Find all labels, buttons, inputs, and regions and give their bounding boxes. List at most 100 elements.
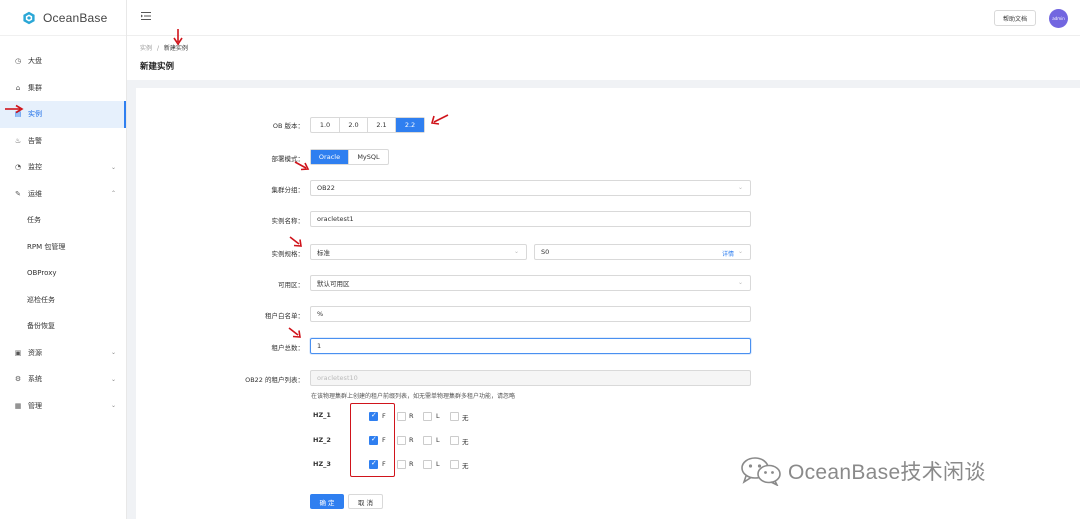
sidebar-item-system[interactable]: ⚙ 系统 ⌄ [0, 366, 126, 393]
sidebar-item-resource[interactable]: ▣ 资源 ⌄ [0, 340, 126, 367]
sidebar-item-manage[interactable]: ▦ 管理 ⌄ [0, 393, 126, 420]
hz3-r-checkbox[interactable] [397, 460, 406, 469]
zone-name-hz2: HZ_2 [313, 436, 331, 444]
instance-size-select[interactable]: S0 详情 ⌄ [534, 244, 751, 260]
cluster-group-select[interactable]: OB22 ⌄ [310, 180, 751, 196]
hz2-l-label: L [436, 436, 440, 444]
instance-spec-select[interactable]: 标准 ⌄ [310, 244, 527, 260]
zone-value: 默认可用区 [317, 280, 350, 288]
chevron-up-icon: ⌃ [110, 190, 116, 198]
chevron-down-icon: ⌄ [737, 248, 743, 255]
annotation-arrow-icon [430, 114, 449, 125]
oceanbase-logo-icon [23, 11, 35, 24]
hz1-none-checkbox[interactable] [450, 412, 459, 421]
sidebar-item-rpm[interactable]: RPM 包管理 [0, 234, 126, 261]
avatar[interactable]: admin [1049, 9, 1068, 28]
hz2-none-checkbox[interactable] [450, 436, 459, 445]
tenant-total-value: 1 [317, 342, 322, 350]
alarm-icon: ♨ [14, 136, 22, 145]
chevron-down-icon: ⌄ [513, 248, 519, 255]
logo[interactable]: OceanBase [0, 0, 126, 36]
dashboard-icon: ◷ [14, 57, 22, 66]
hz1-l-checkbox[interactable] [423, 412, 432, 421]
cluster-group-label: 集群分组： [271, 186, 305, 194]
sidebar-item-alarm[interactable]: ♨ 告警 [0, 128, 126, 155]
wechat-icon [741, 457, 781, 486]
logo-text: OceanBase [43, 10, 108, 25]
chevron-down-icon: ⌄ [737, 184, 743, 191]
top-header: 帮助文档 admin [127, 0, 1080, 36]
chevron-down-icon: ⌄ [110, 349, 116, 357]
confirm-button[interactable]: 确 定 [310, 494, 344, 509]
tenant-list-label: OB22 的租户列表： [245, 376, 304, 384]
instance-spec-label: 实例规格： [271, 250, 305, 258]
chevron-down-icon: ⌄ [737, 279, 743, 286]
watermark: OceanBase技术闲谈 [740, 456, 986, 486]
deploy-mode-oracle[interactable]: Oracle [311, 150, 349, 164]
sidebar-nav: ◷ 大盘 ⌂ 集群 ▤ 实例 ♨ 告警 ◔ 监控 ⌄ ✎ 运维 ⌃ 任务 RPM 包管理 OBP… [0, 36, 126, 419]
ob-version-option-2-1[interactable]: 2.1 [368, 118, 396, 132]
zone-name-hz3: HZ_3 [313, 460, 331, 468]
hz3-l-label: L [436, 460, 440, 468]
help-docs-button[interactable]: 帮助文档 [994, 10, 1036, 26]
watermark-text: OceanBase技术闲谈 [788, 461, 986, 484]
ob-version-selector: 1.0 2.0 2.1 2.2 [310, 117, 425, 133]
hz2-none-label: 无 [462, 438, 469, 446]
page-title: 新建实例 [140, 62, 175, 72]
sidebar-item-cluster[interactable]: ⌂ 集群 [0, 75, 126, 102]
hz3-none-checkbox[interactable] [450, 460, 459, 469]
deploy-mode-label: 部署模式： [271, 155, 305, 163]
annotation-arrow-icon [289, 236, 302, 247]
deploy-mode-selector: Oracle MySQL [310, 149, 389, 165]
tenant-total-label: 租户总数： [271, 344, 305, 352]
instance-name-label: 实例名称： [271, 217, 305, 225]
zone-label: 可用区： [278, 281, 304, 289]
hz2-l-checkbox[interactable] [423, 436, 432, 445]
ob-version-option-2-0[interactable]: 2.0 [340, 118, 368, 132]
breadcrumb-parent[interactable]: 实例 [140, 45, 152, 52]
zone-name-hz1: HZ_1 [313, 411, 331, 419]
hz3-none-label: 无 [462, 462, 469, 470]
chevron-down-icon: ⌄ [110, 163, 116, 171]
breadcrumb-separator: / [156, 45, 159, 52]
deploy-mode-mysql[interactable]: MySQL [349, 150, 388, 164]
hz3-l-checkbox[interactable] [423, 460, 432, 469]
cancel-button[interactable]: 取 消 [348, 494, 383, 509]
annotation-arrow-icon [5, 104, 24, 114]
tenant-whitelist-value: % [317, 310, 324, 318]
hz1-r-checkbox[interactable] [397, 412, 406, 421]
sidebar: OceanBase ◷ 大盘 ⌂ 集群 ▤ 实例 ♨ 告警 ◔ 监控 ⌄ ✎ 运维 ⌃ 任务 R… [0, 0, 127, 519]
zone-select[interactable]: 默认可用区 ⌄ [310, 275, 751, 291]
sidebar-item-obproxy[interactable]: OBProxy [0, 260, 126, 287]
tenant-total-input[interactable]: 1 [310, 338, 751, 354]
tenant-list-input: oracletest10 [310, 370, 751, 386]
hz2-r-checkbox[interactable] [397, 436, 406, 445]
monitor-icon: ◔ [14, 163, 22, 172]
tenant-list-hint: 在该物理集群上创建的租户前缀列表，如无需单物理集群多租户功能，请忽略 [311, 393, 516, 400]
sidebar-item-task[interactable]: 任务 [0, 207, 126, 234]
annotation-arrow-icon [288, 327, 301, 338]
cluster-icon: ⌂ [15, 83, 21, 92]
tenant-whitelist-input[interactable]: % [310, 306, 751, 322]
manage-icon: ▦ [14, 401, 22, 410]
instance-size-value: S0 [541, 248, 550, 256]
menu-fold-icon[interactable] [141, 11, 151, 21]
ob-version-option-1-0[interactable]: 1.0 [311, 118, 340, 132]
hz2-r-label: R [409, 436, 414, 444]
breadcrumb-current: 新建实例 [163, 45, 188, 52]
sidebar-item-monitor[interactable]: ◔ 监控 ⌄ [0, 154, 126, 181]
ops-icon: ✎ [15, 189, 21, 198]
ob-version-option-2-2[interactable]: 2.2 [396, 118, 424, 132]
sidebar-item-backup[interactable]: 备份恢复 [0, 313, 126, 340]
chevron-down-icon: ⌄ [110, 375, 116, 383]
tenant-whitelist-label: 租户白名单： [265, 312, 304, 320]
spec-details-link[interactable]: 详情 [722, 249, 734, 258]
hz1-l-label: L [436, 412, 440, 420]
sidebar-item-dashboard[interactable]: ◷ 大盘 [0, 48, 126, 75]
instance-spec-value: 标准 [317, 249, 330, 257]
sidebar-item-ops[interactable]: ✎ 运维 ⌃ [0, 181, 126, 208]
hz1-r-label: R [409, 412, 414, 420]
instance-name-input[interactable]: oracletest1 [310, 211, 751, 227]
sidebar-item-inspection[interactable]: 巡检任务 [0, 287, 126, 314]
annotation-arrow-icon [173, 29, 183, 46]
